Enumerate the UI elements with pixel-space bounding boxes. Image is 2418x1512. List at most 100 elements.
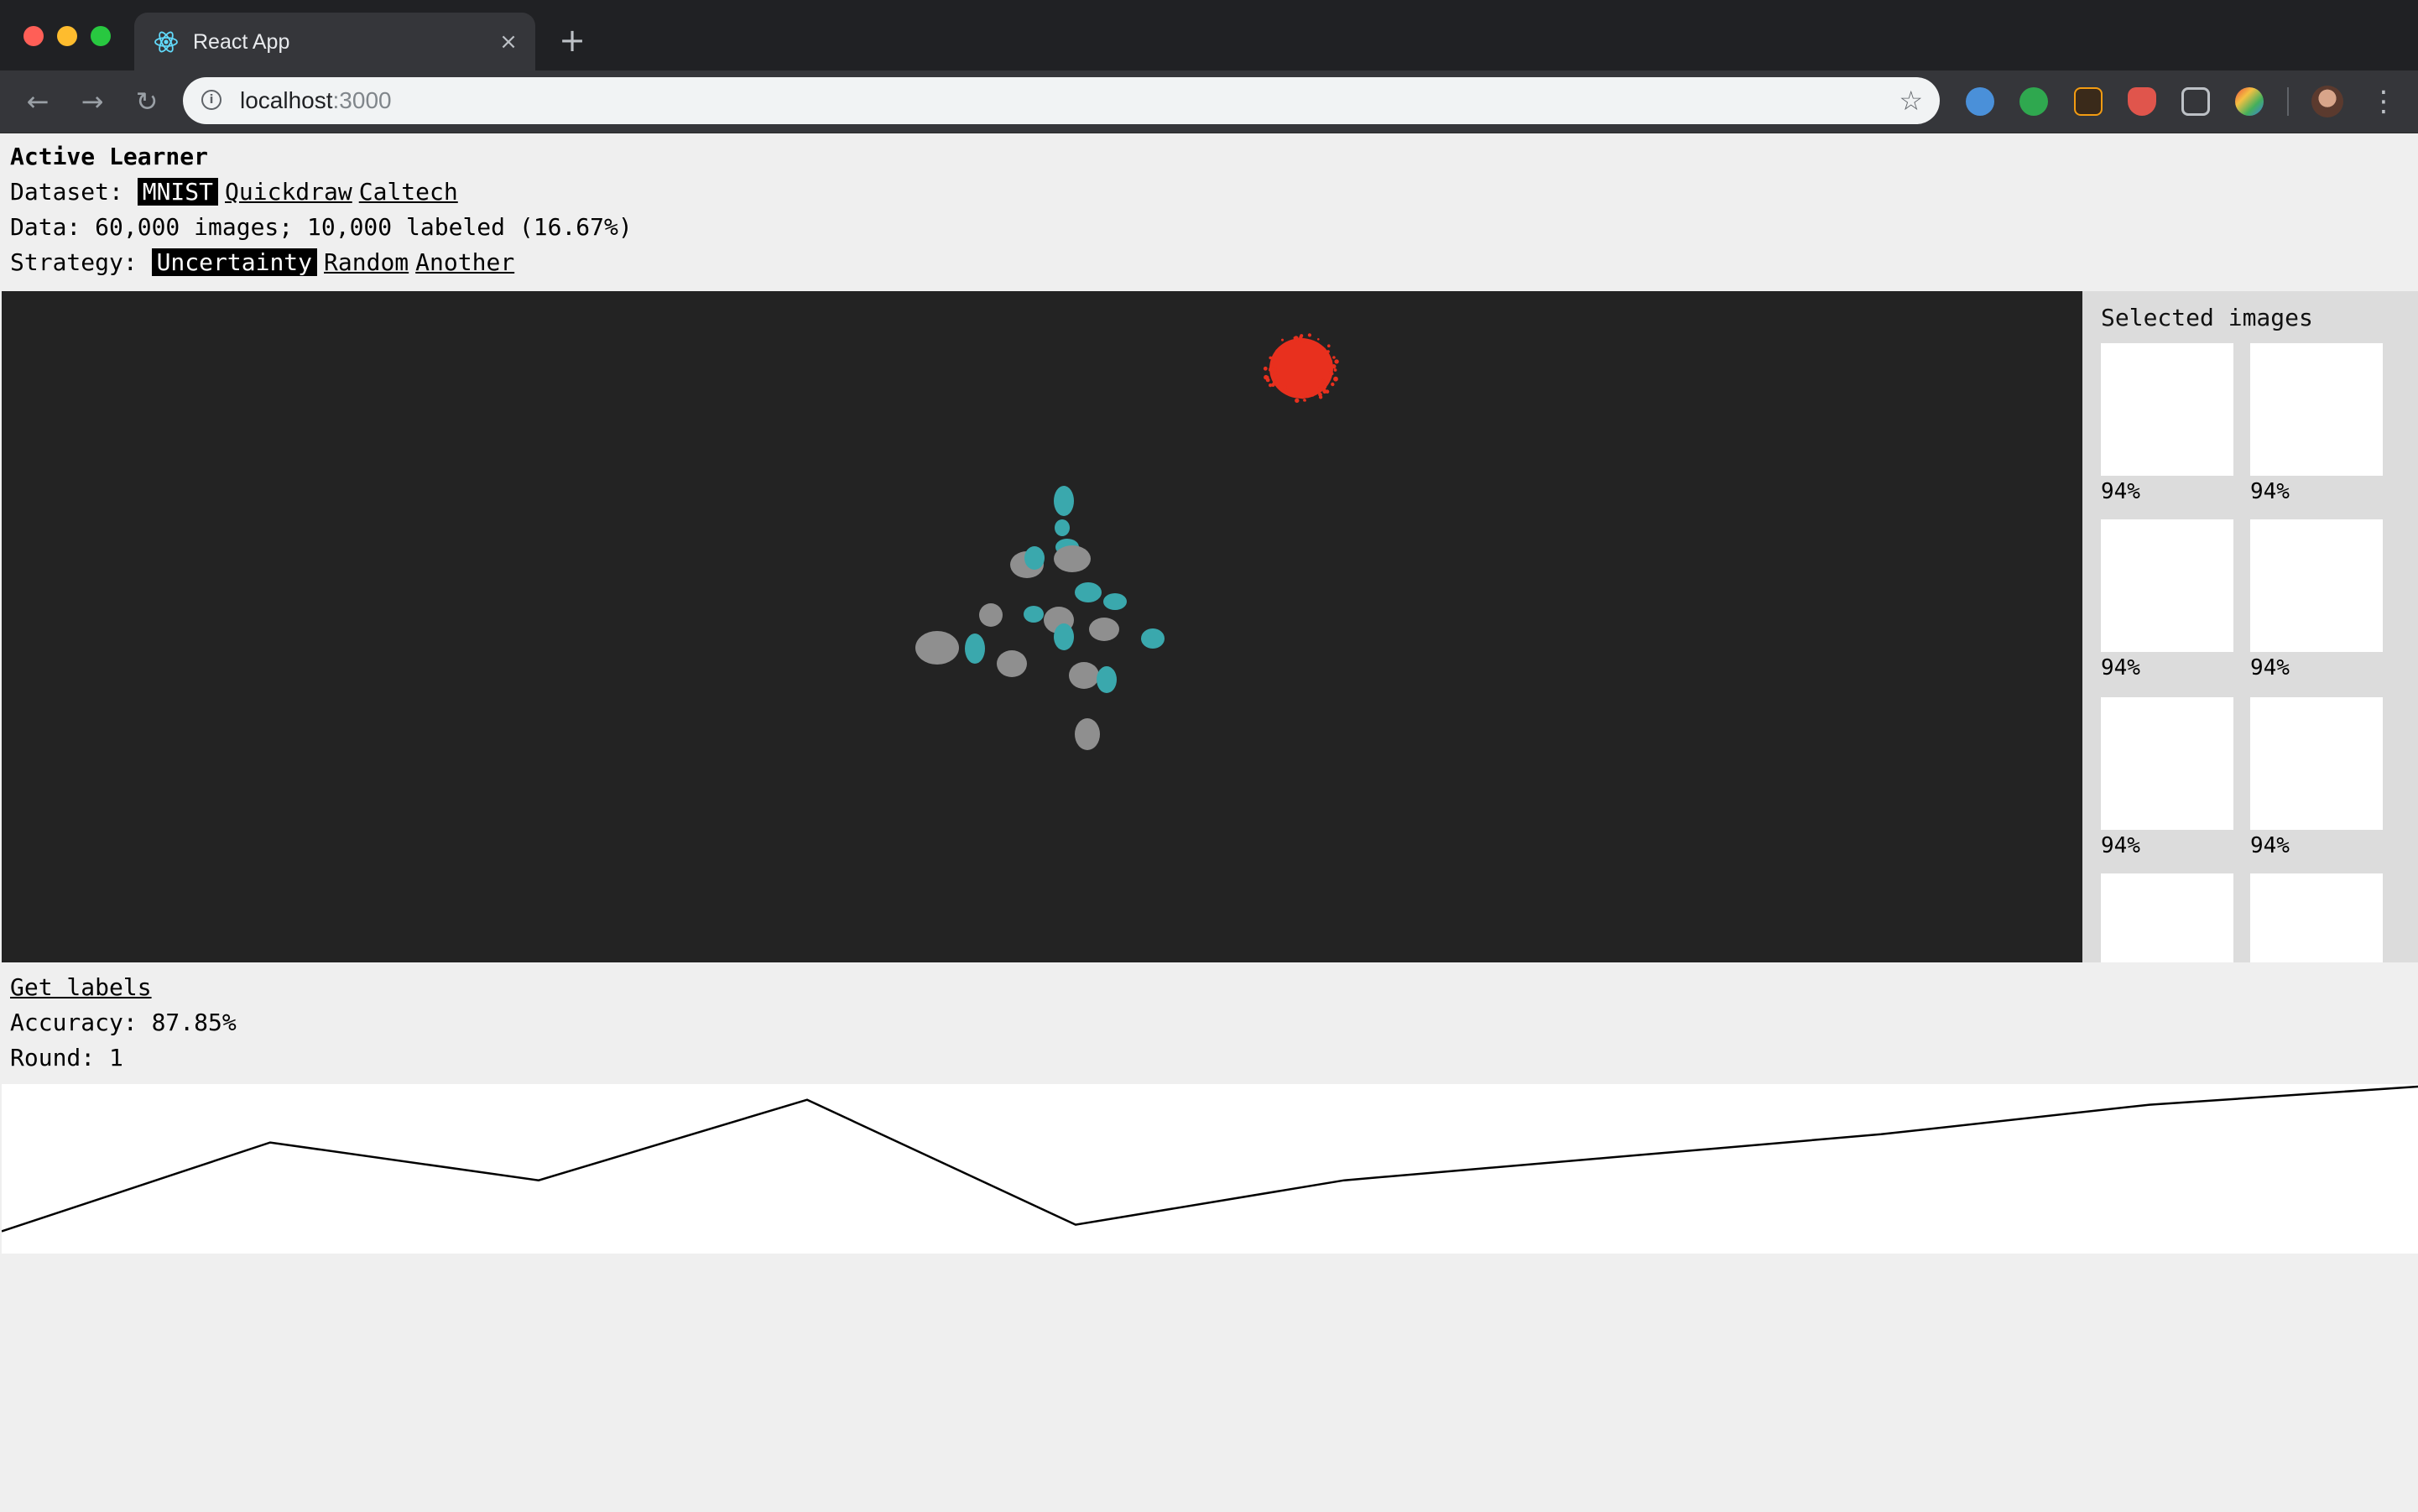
strategy-label: Strategy: (10, 248, 138, 276)
labeled-cluster[interactable] (1054, 486, 1074, 516)
selected-image-thumbnail[interactable] (2250, 519, 2383, 652)
dataset-option-caltech[interactable]: Caltech (359, 178, 458, 206)
selected-images-panel: Selected images 94% 94% 94% 94% 94% 94% (2082, 291, 2418, 962)
dataset-option-mnist[interactable]: MNIST (137, 178, 219, 206)
unlabeled-cluster[interactable] (1075, 718, 1100, 750)
selected-image-card[interactable] (2101, 873, 2233, 962)
labeled-cluster[interactable] (1103, 593, 1127, 610)
selected-image-card[interactable]: 94% (2250, 697, 2383, 862)
selected-point (1323, 385, 1327, 388)
selected-point (1327, 375, 1331, 379)
site-info-icon[interactable]: i (201, 90, 221, 110)
selected-image-card[interactable] (2250, 873, 2383, 962)
selected-point (1333, 368, 1337, 372)
browser-toolbar: ← → ↻ i localhost:3000 ☆ ⋮ (0, 70, 2418, 133)
selected-image-thumbnail[interactable] (2250, 873, 2383, 962)
selected-point (1273, 371, 1278, 376)
react-icon (154, 31, 178, 53)
selected-point (1311, 393, 1315, 397)
selected-image-thumbnail[interactable] (2101, 519, 2233, 652)
browser-tab[interactable]: React App × (134, 13, 535, 70)
selected-point (1307, 333, 1311, 337)
get-labels-button[interactable]: Get labels (10, 973, 152, 1001)
selected-image-card[interactable]: 94% (2101, 697, 2233, 862)
selected-point (1331, 383, 1335, 387)
extension-toggle-icon[interactable] (2019, 87, 2048, 116)
extension-picture-in-picture-icon[interactable] (2181, 87, 2210, 116)
strategy-option-another[interactable]: Another (415, 248, 514, 276)
back-arrow-icon[interactable]: ← (20, 84, 55, 119)
selected-image-thumbnail[interactable] (2101, 873, 2233, 962)
labeled-cluster[interactable] (1024, 606, 1044, 623)
dataset-label: Dataset: (10, 178, 123, 206)
reload-icon[interactable]: ↻ (129, 84, 164, 119)
extension-shield-icon[interactable] (2128, 87, 2156, 116)
unlabeled-cluster[interactable] (1089, 618, 1119, 641)
training-status: Get labels Accuracy: 87.85% Round: 1 (10, 970, 237, 1076)
selected-point (1269, 356, 1272, 360)
new-tab-button[interactable]: + (555, 23, 589, 57)
selected-image-confidence: 94% (2101, 833, 2140, 858)
accuracy-series-line (1, 1085, 2418, 1233)
selected-image-thumbnail[interactable] (2250, 697, 2383, 830)
embedding-plot[interactable] (2, 291, 2082, 962)
extension-color-picker-icon[interactable] (2235, 87, 2264, 116)
accuracy-text: Accuracy: 87.85% (10, 1009, 237, 1036)
bookmark-star-icon[interactable]: ☆ (1899, 85, 1923, 117)
tab-title: React App (193, 30, 290, 54)
selected-point (1333, 376, 1338, 382)
selected-image-thumbnail[interactable] (2250, 343, 2383, 476)
selected-point (1281, 338, 1284, 342)
selected-point (1327, 359, 1331, 362)
dataset-option-quickdraw[interactable]: Quickdraw (225, 178, 352, 206)
close-window-button[interactable] (23, 26, 44, 46)
browser-menu-icon[interactable]: ⋮ (2369, 84, 2398, 119)
selected-image-card[interactable]: 94% (2101, 343, 2233, 508)
selected-point (1331, 372, 1334, 375)
selected-image-confidence: 94% (2250, 833, 2290, 858)
unlabeled-cluster[interactable] (915, 631, 959, 665)
selected-point (1330, 360, 1333, 362)
selected-point (1281, 349, 1285, 352)
selected-images-title: Selected images (2101, 304, 2313, 331)
selected-point (1274, 374, 1279, 380)
labeled-cluster[interactable] (1097, 666, 1117, 693)
unlabeled-cluster[interactable] (1054, 545, 1091, 572)
zoom-window-button[interactable] (91, 26, 111, 46)
selected-image-card[interactable]: 94% (2101, 519, 2233, 684)
dataset-selector: Dataset: MNIST Quickdraw Caltech (10, 175, 633, 210)
strategy-option-random[interactable]: Random (324, 248, 409, 276)
selected-point (1328, 368, 1333, 372)
profile-avatar[interactable] (2311, 86, 2343, 117)
embedding-scatter[interactable] (2, 291, 2082, 962)
selected-point (1288, 388, 1290, 391)
selected-point (1322, 388, 1327, 394)
forward-arrow-icon[interactable]: → (75, 84, 110, 119)
selected-image-thumbnail[interactable] (2101, 343, 2233, 476)
extension-k-icon[interactable] (2074, 87, 2103, 116)
round-text: Round: 1 (10, 1044, 123, 1071)
selected-point (1299, 394, 1303, 399)
selected-image-thumbnail[interactable] (2101, 697, 2233, 830)
selected-point (1272, 362, 1274, 365)
unlabeled-cluster[interactable] (1069, 662, 1099, 689)
url-text[interactable]: localhost:3000 (240, 86, 392, 115)
extension-v-icon[interactable] (1966, 87, 1994, 116)
tab-close-icon[interactable]: × (493, 27, 524, 57)
selected-point (1334, 359, 1339, 364)
unlabeled-cluster[interactable] (997, 650, 1027, 677)
data-summary: Data: 60,000 images; 10,000 labeled (16.… (10, 213, 633, 241)
unlabeled-cluster[interactable] (979, 603, 1003, 627)
labeled-cluster[interactable] (1055, 519, 1070, 536)
selected-image-card[interactable]: 94% (2250, 519, 2383, 684)
address-bar[interactable]: i localhost:3000 ☆ (183, 77, 1940, 124)
labeled-cluster[interactable] (1054, 623, 1074, 650)
strategy-option-uncertainty[interactable]: Uncertainty (151, 248, 318, 276)
labeled-cluster[interactable] (1075, 582, 1102, 602)
labeled-cluster[interactable] (1141, 628, 1165, 649)
selected-point (1304, 339, 1307, 342)
minimize-window-button[interactable] (57, 26, 77, 46)
selected-image-card[interactable]: 94% (2250, 343, 2383, 508)
labeled-cluster[interactable] (1024, 546, 1045, 570)
labeled-cluster[interactable] (965, 633, 985, 664)
